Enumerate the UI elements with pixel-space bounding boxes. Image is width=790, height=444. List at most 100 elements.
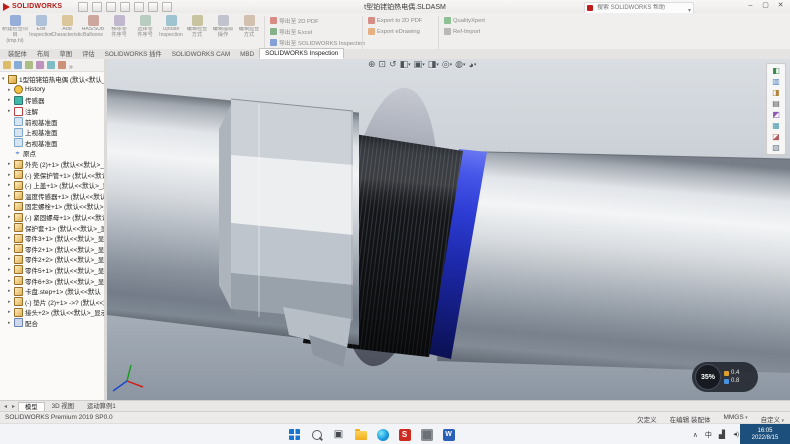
- featuremanager-tree-icon[interactable]: [3, 61, 11, 69]
- file-explorer-button[interactable]: [354, 428, 367, 441]
- dock-explorer-icon[interactable]: ◨: [772, 88, 780, 97]
- tab-evaluate[interactable]: 评估: [77, 48, 100, 59]
- tab-sketch[interactable]: 草图: [54, 48, 77, 59]
- remove-balloon-button[interactable]: 移除零 件序号: [106, 14, 132, 49]
- dock-inspection-icon[interactable]: ▧: [772, 143, 780, 152]
- close-button[interactable]: ✕: [773, 0, 788, 12]
- search-box[interactable]: [584, 2, 694, 14]
- tree-item-top-plane[interactable]: 上视基准面: [0, 127, 104, 138]
- select-balloon-button[interactable]: 选择零 件序号: [132, 14, 158, 49]
- tree-item-annotations[interactable]: 注解: [0, 106, 104, 117]
- export-excel-item[interactable]: 导出至 Excel: [270, 27, 365, 36]
- tree-item-part[interactable]: 零件2+2> (默认<<默认>_显示: [0, 254, 104, 265]
- export-inspection-project-item[interactable]: 导出至 SOLIDWORKS Inspection 项目: [270, 38, 365, 47]
- export-to-2dpdf-item[interactable]: Export to 2D PDF: [368, 16, 422, 25]
- network-icon[interactable]: [719, 430, 725, 439]
- undo-icon[interactable]: [134, 2, 144, 12]
- tree-item-assembly-root[interactable]: 1型铂铑铂热电偶 (默认<默认_显示状态-1: [0, 74, 104, 85]
- hex-nut[interactable]: [219, 99, 353, 329]
- edit-audit-button[interactable]: 编辑监查 方式: [236, 14, 262, 49]
- dock-forum-icon[interactable]: ◪: [772, 132, 780, 141]
- display-style-icon[interactable]: ◨: [428, 59, 439, 70]
- solidworks-taskbar-button[interactable]: [398, 428, 411, 441]
- app-button[interactable]: [420, 428, 433, 441]
- view-orientation-icon[interactable]: ▣: [414, 59, 425, 70]
- tab-3d-views[interactable]: 3D 视图: [46, 402, 80, 411]
- dock-decals-icon[interactable]: ▦: [772, 121, 780, 130]
- tree-item-right-plane[interactable]: 右视基准面: [0, 138, 104, 149]
- tree-item-part[interactable]: (-) 瓷保护管+1> (默认<<默认>_显: [0, 169, 104, 180]
- taskbar-search-button[interactable]: [310, 428, 323, 441]
- tab-model[interactable]: 模型: [18, 402, 45, 412]
- dock-appearances-icon[interactable]: ◩: [772, 110, 780, 119]
- edge-browser-button[interactable]: [376, 428, 389, 441]
- minimize-button[interactable]: –: [743, 0, 758, 12]
- zoom-area-icon[interactable]: ⊡: [379, 59, 387, 70]
- start-button[interactable]: [288, 428, 301, 441]
- taskbar-clock[interactable]: 16:05 2022/8/15: [740, 424, 790, 444]
- tree-item-mates[interactable]: 配合: [0, 318, 104, 329]
- section-view-icon[interactable]: ◧: [400, 59, 411, 70]
- open-document-icon[interactable]: [92, 2, 102, 12]
- hidden-icons-chevron-icon[interactable]: [693, 431, 698, 439]
- new-document-icon[interactable]: [78, 2, 88, 12]
- tab-layout[interactable]: 布局: [32, 48, 55, 59]
- tree-item-sensors[interactable]: 传感器: [0, 95, 104, 106]
- search-input[interactable]: [595, 4, 686, 12]
- edit-inspection-button[interactable]: Edit Inspection: [28, 14, 54, 49]
- save-icon[interactable]: [106, 2, 116, 12]
- tabs-scroll-left-icon[interactable]: [2, 403, 9, 410]
- pipe-right-section[interactable]: [437, 151, 790, 373]
- zoom-fit-icon[interactable]: ⊕: [368, 59, 376, 70]
- tree-item-part[interactable]: 零件2+1> (默认<<默认>_显示: [0, 244, 104, 255]
- tree-item-part[interactable]: 保护套+1> (默认<<默认>_显示状: [0, 222, 104, 233]
- ref-import-item[interactable]: Ref-Import: [444, 27, 485, 36]
- panel-overflow-icon[interactable]: [69, 59, 73, 74]
- qualityxpert-item[interactable]: QualityXpert: [444, 16, 485, 25]
- tree-item-part[interactable]: 外壳 (2)+1> (默认<<默认>_显示状: [0, 159, 104, 170]
- tree-item-part[interactable]: 接头+2> (默认<<默认>_显示状: [0, 307, 104, 318]
- 3d-viewport[interactable]: [107, 59, 790, 400]
- new-inspection-project-button[interactable]: 新建检查项目 (imp.hl): [2, 14, 28, 49]
- hide-show-items-icon[interactable]: ◎: [442, 59, 452, 70]
- export-edrawing-item[interactable]: Export eDrawing: [368, 27, 422, 36]
- export-2dpdf-item[interactable]: 导出至 2D PDF: [270, 16, 365, 25]
- print-icon[interactable]: [120, 2, 130, 12]
- dock-view-palette-icon[interactable]: ▤: [772, 99, 780, 108]
- tree-item-part[interactable]: (-) 紧固螺母+1> (默认<<默认>_显: [0, 212, 104, 223]
- tree-item-part[interactable]: 固定螺栓+1> (默认<<默认>_显示: [0, 201, 104, 212]
- view-settings-icon[interactable]: ◕: [468, 60, 476, 70]
- propertymanager-icon[interactable]: [14, 61, 22, 69]
- input-language-indicator[interactable]: 中: [705, 430, 712, 440]
- tree-item-part[interactable]: (-) 上盖+1> (默认<<默认>_显示状: [0, 180, 104, 191]
- tab-assembly[interactable]: 装配体: [3, 48, 32, 59]
- dock-resources-icon[interactable]: ◧: [772, 66, 780, 75]
- edit-inspection-method-button[interactable]: 编辑检查 方式: [184, 14, 210, 49]
- tab-solidworks-cam[interactable]: SOLIDWORKS CAM: [167, 50, 235, 59]
- rebuild-icon[interactable]: [148, 2, 158, 12]
- tree-item-part[interactable]: 零件6+3> (默认<<默认>_显示: [0, 275, 104, 286]
- tree-item-part[interactable]: 零件5+1> (默认<<默认>_显示状: [0, 265, 104, 276]
- configurationmanager-icon[interactable]: [25, 61, 33, 69]
- office-app-button[interactable]: [442, 428, 455, 441]
- dimxpertmanager-icon[interactable]: [36, 61, 44, 69]
- balloons-button[interactable]: HAS/SUB Balloons: [80, 14, 106, 49]
- volume-icon[interactable]: [732, 431, 738, 438]
- tab-addins[interactable]: SOLIDWORKS 插件: [100, 48, 167, 59]
- previous-view-icon[interactable]: ↺: [389, 59, 397, 70]
- tree-item-part[interactable]: 温度传感器+1> (默认<<默认: [0, 191, 104, 202]
- tree-item-part[interactable]: 零件3+1> (默认<<默认>_显示状态: [0, 233, 104, 244]
- task-view-button[interactable]: ▣: [332, 428, 345, 441]
- maximize-button[interactable]: ▢: [758, 0, 773, 12]
- tab-motion-study[interactable]: 运动算例1: [81, 402, 122, 411]
- tab-solidworks-inspection[interactable]: SOLIDWORKS Inspection: [259, 48, 344, 59]
- edit-extract-button[interactable]: 编辑提取 操作: [210, 14, 236, 49]
- inspection-manager-icon[interactable]: [58, 61, 66, 69]
- edit-appearance-icon[interactable]: ◍: [455, 59, 465, 70]
- dock-library-icon[interactable]: ▥: [772, 77, 780, 86]
- options-gear-icon[interactable]: [162, 2, 172, 12]
- tree-item-history[interactable]: History: [0, 85, 104, 96]
- tab-mbd[interactable]: MBD: [235, 50, 259, 59]
- tree-item-front-plane[interactable]: 前视基准面: [0, 116, 104, 127]
- tree-item-part[interactable]: (-) 垫片 (2)+1> ->? (默认<<默认: [0, 296, 104, 307]
